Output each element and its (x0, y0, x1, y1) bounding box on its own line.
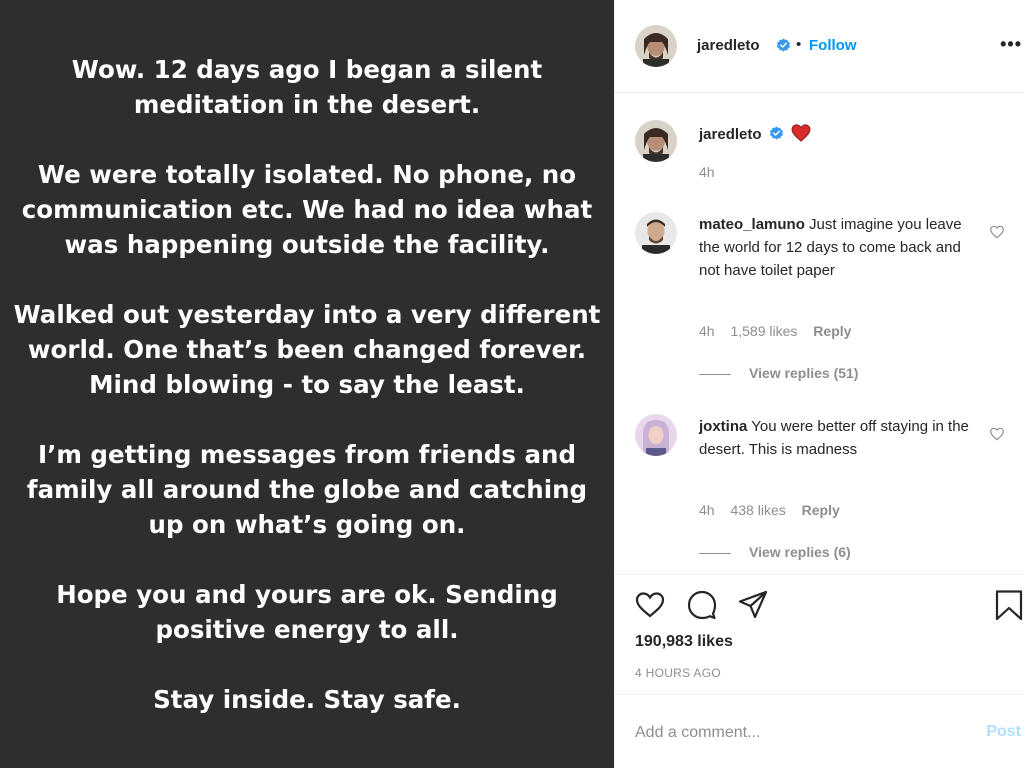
caption-meta: 4h (699, 164, 727, 180)
commenter-avatar[interactable] (635, 212, 677, 254)
view-replies-button[interactable]: View replies (51) (699, 365, 858, 381)
comment-text-block: mateo_lamuno Just imagine you leave the … (699, 213, 969, 282)
post-actions: 190,983 likes 4 HOURS AGO (615, 574, 1024, 694)
post-paragraph: Wow. 12 days ago I began a silent medita… (71, 55, 543, 119)
view-replies-label: View replies (51) (749, 365, 859, 381)
author-username[interactable]: jaredleto (697, 37, 760, 54)
like-comment-heart-icon[interactable] (989, 224, 1005, 240)
replies-divider-line (699, 552, 731, 554)
comment-likes[interactable]: 1,589 likes (730, 323, 797, 339)
view-replies-button[interactable]: View replies (6) (699, 544, 851, 560)
separator-dot: • (796, 36, 802, 53)
commenter-username[interactable]: joxtina (699, 418, 747, 435)
reply-button[interactable]: Reply (813, 323, 851, 339)
comment-input[interactable] (635, 721, 955, 745)
verified-badge-icon (769, 126, 783, 140)
post-paragraph: Walked out yesterday into a very differe… (13, 300, 601, 399)
comment-timestamp: 4h (699, 323, 715, 339)
caption-timestamp: 4h (699, 164, 715, 180)
author-avatar[interactable] (635, 25, 677, 67)
comments-section[interactable]: jaredleto 4h mateo_lamuno Just imagine y… (615, 94, 1024, 574)
follow-button[interactable]: Follow (809, 37, 857, 54)
post-side-panel: jaredleto • Follow ••• jaredleto 4h mate… (614, 0, 1024, 768)
post-image[interactable]: Wow. 12 days ago I began a silent medita… (0, 0, 614, 768)
replies-divider-line (699, 373, 731, 375)
caption: jaredleto (699, 123, 969, 146)
like-heart-icon[interactable] (634, 589, 666, 621)
save-bookmark-icon[interactable] (993, 589, 1024, 621)
post-paragraph: We were totally isolated. No phone, no c… (21, 160, 593, 259)
post-paragraph: Stay inside. Stay safe. (153, 685, 461, 714)
reply-button[interactable]: Reply (802, 502, 840, 518)
like-comment-heart-icon[interactable] (989, 426, 1005, 442)
post-paragraph: Hope you and yours are ok. Sending posit… (56, 580, 558, 644)
post-image-text: Wow. 12 days ago I began a silent medita… (0, 52, 614, 717)
comment-text-block: joxtina You were better off staying in t… (699, 415, 969, 461)
comment-timestamp: 4h (699, 502, 715, 518)
red-heart-emoji-icon (791, 124, 811, 142)
commenter-username[interactable]: mateo_lamuno (699, 216, 805, 233)
comment-meta: 4h 1,589 likes Reply (699, 323, 863, 339)
comment-bubble-icon[interactable] (686, 589, 718, 621)
share-send-icon[interactable] (737, 589, 769, 621)
post-timestamp: 4 HOURS AGO (635, 666, 721, 680)
caption-username[interactable]: jaredleto (699, 126, 762, 143)
add-comment-bar: Post (615, 694, 1024, 768)
post-comment-button[interactable]: Post (986, 723, 1021, 741)
caption-author-avatar[interactable] (635, 120, 677, 162)
commenter-avatar[interactable] (635, 414, 677, 456)
post-likes-count[interactable]: 190,983 likes (635, 633, 733, 651)
verified-badge-icon (776, 38, 791, 52)
post-header: jaredleto • Follow ••• (615, 0, 1024, 93)
view-replies-label: View replies (6) (749, 544, 851, 560)
post-paragraph: I’m getting messages from friends and fa… (26, 440, 588, 539)
comment-likes[interactable]: 438 likes (730, 502, 785, 518)
comment-meta: 4h 438 likes Reply (699, 502, 852, 518)
more-options-icon[interactable]: ••• (1000, 34, 1022, 55)
